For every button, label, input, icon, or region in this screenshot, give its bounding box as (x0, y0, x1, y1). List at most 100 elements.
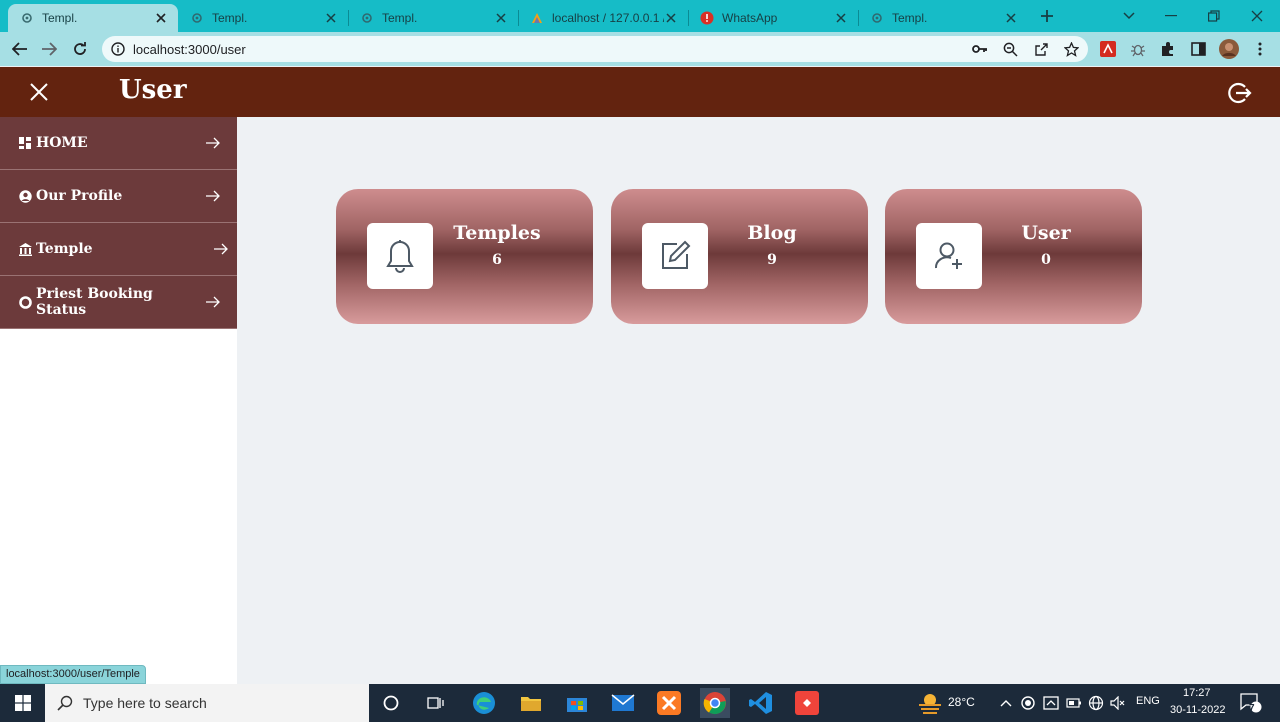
sidebar-item-label: Our Profile (36, 188, 123, 204)
new-tab-icon[interactable] (1025, 0, 1069, 32)
vscode-icon[interactable] (746, 688, 776, 718)
close-icon[interactable] (1004, 11, 1018, 25)
puzzle-extensions-icon[interactable] (1158, 39, 1178, 59)
tab-title: localhost / 127.0.0.1 / (552, 11, 664, 25)
phpmyadmin-icon (530, 11, 544, 25)
arrow-right-icon (205, 137, 221, 149)
anydesk-icon[interactable] (792, 688, 822, 718)
bookmark-star-icon[interactable] (1061, 39, 1081, 59)
tab-title: Templ. (382, 11, 418, 25)
card-title: User (1021, 222, 1071, 244)
extension-red-icon[interactable] (1098, 39, 1118, 59)
user-circle-icon (18, 189, 32, 203)
sidebar-item-label: HOME (36, 135, 88, 151)
close-menu-icon[interactable] (30, 83, 48, 101)
edge-icon[interactable] (469, 688, 499, 718)
card-icon-box (642, 223, 708, 289)
card-title: Temples (453, 222, 541, 244)
user-card[interactable]: User 0 (885, 189, 1142, 324)
card-icon-box (367, 223, 433, 289)
file-explorer-icon[interactable] (516, 688, 546, 718)
bug-extension-icon[interactable] (1128, 39, 1148, 59)
search-icon (57, 695, 73, 711)
sidebar-item-home[interactable]: HOME (0, 117, 237, 170)
close-icon[interactable] (834, 11, 848, 25)
weather-icon (915, 688, 945, 718)
windows-taskbar: Type here to search 28°C ENG 17:27 30-11… (0, 684, 1280, 722)
address-bar[interactable]: localhost:3000/user (102, 36, 1088, 62)
add-user-icon (933, 240, 965, 272)
windows-start-icon[interactable] (8, 688, 38, 718)
forward-arrow-icon[interactable] (39, 39, 59, 59)
link-status-bubble: localhost:3000/user/Temple (0, 665, 146, 684)
notification-count: 7 (1249, 703, 1255, 714)
close-icon[interactable] (154, 11, 168, 25)
search-placeholder: Type here to search (83, 695, 207, 711)
page-title: User (119, 75, 187, 105)
back-arrow-icon[interactable] (10, 39, 30, 59)
profile-avatar-icon[interactable] (1219, 39, 1239, 59)
tab-title: WhatsApp (722, 11, 778, 25)
browser-menu-icon[interactable] (1250, 39, 1270, 59)
tab-search-chevron-icon[interactable] (1106, 0, 1152, 32)
card-count: 9 (767, 252, 777, 268)
volume-muted-icon[interactable] (1103, 688, 1133, 718)
input-language[interactable]: ENG (1136, 695, 1160, 707)
gear-icon (870, 11, 884, 25)
key-icon[interactable] (970, 39, 990, 59)
alert-icon (700, 11, 714, 25)
weather-temperature: 28°C (948, 695, 975, 709)
arrow-right-icon (205, 190, 221, 202)
chrome-icon[interactable] (700, 688, 730, 718)
browser-tab[interactable]: Templ. (8, 4, 178, 32)
store-icon[interactable] (562, 688, 592, 718)
gear-icon (360, 11, 374, 25)
info-icon[interactable] (111, 42, 125, 56)
arrow-right-icon (205, 296, 221, 308)
close-icon[interactable] (664, 11, 678, 25)
reload-icon[interactable] (70, 39, 90, 59)
clock-time[interactable]: 17:27 (1183, 687, 1211, 699)
close-icon[interactable] (494, 11, 508, 25)
app-header: User (0, 67, 1280, 117)
browser-tab[interactable]: Templ. (178, 4, 348, 32)
cortana-icon[interactable] (376, 688, 406, 718)
minimize-icon[interactable] (1148, 0, 1194, 32)
zoom-icon[interactable] (1000, 39, 1020, 59)
taskbar-search[interactable]: Type here to search (45, 684, 369, 722)
logout-icon[interactable] (1226, 80, 1252, 106)
sidebar-item-priest-booking-status[interactable]: Priest Booking Status (0, 276, 237, 329)
mail-icon[interactable] (608, 688, 638, 718)
edit-icon (659, 240, 691, 272)
card-icon-box (916, 223, 982, 289)
browser-tab[interactable]: Templ. (348, 4, 518, 32)
sidebar-item-temple[interactable]: Temple (0, 223, 237, 276)
xampp-icon[interactable] (654, 688, 684, 718)
clock-date[interactable]: 30-11-2022 (1170, 704, 1225, 716)
gear-icon (190, 11, 204, 25)
browser-tab[interactable]: WhatsApp (688, 4, 858, 32)
url-text[interactable]: localhost:3000/user (133, 42, 246, 57)
browser-tab-strip: Templ. Templ. Templ. localhost / 127.0.0… (0, 0, 1280, 32)
sidebar-item-label: Priest Booking Status (36, 286, 153, 318)
temples-card[interactable]: Temples 6 (336, 189, 593, 324)
share-icon[interactable] (1031, 39, 1051, 59)
tab-title: Templ. (892, 11, 928, 25)
restore-icon[interactable] (1191, 0, 1237, 32)
bell-icon (385, 239, 415, 273)
tab-title: Templ. (42, 11, 78, 25)
browser-tab[interactable]: Templ. (858, 4, 1028, 32)
sidebar-item-our-profile[interactable]: Our Profile (0, 170, 237, 223)
window-close-icon[interactable] (1234, 0, 1280, 32)
card-title: Blog (747, 222, 797, 244)
temple-icon (18, 242, 32, 256)
side-panel-icon[interactable] (1188, 39, 1208, 59)
task-view-icon[interactable] (421, 688, 451, 718)
browser-toolbar: localhost:3000/user (0, 32, 1280, 66)
tab-title: Templ. (212, 11, 248, 25)
sidebar-item-label: Temple (36, 241, 93, 257)
card-count: 0 (1041, 252, 1051, 268)
blog-card[interactable]: Blog 9 (611, 189, 868, 324)
browser-tab[interactable]: localhost / 127.0.0.1 / (518, 4, 688, 32)
close-icon[interactable] (324, 11, 338, 25)
